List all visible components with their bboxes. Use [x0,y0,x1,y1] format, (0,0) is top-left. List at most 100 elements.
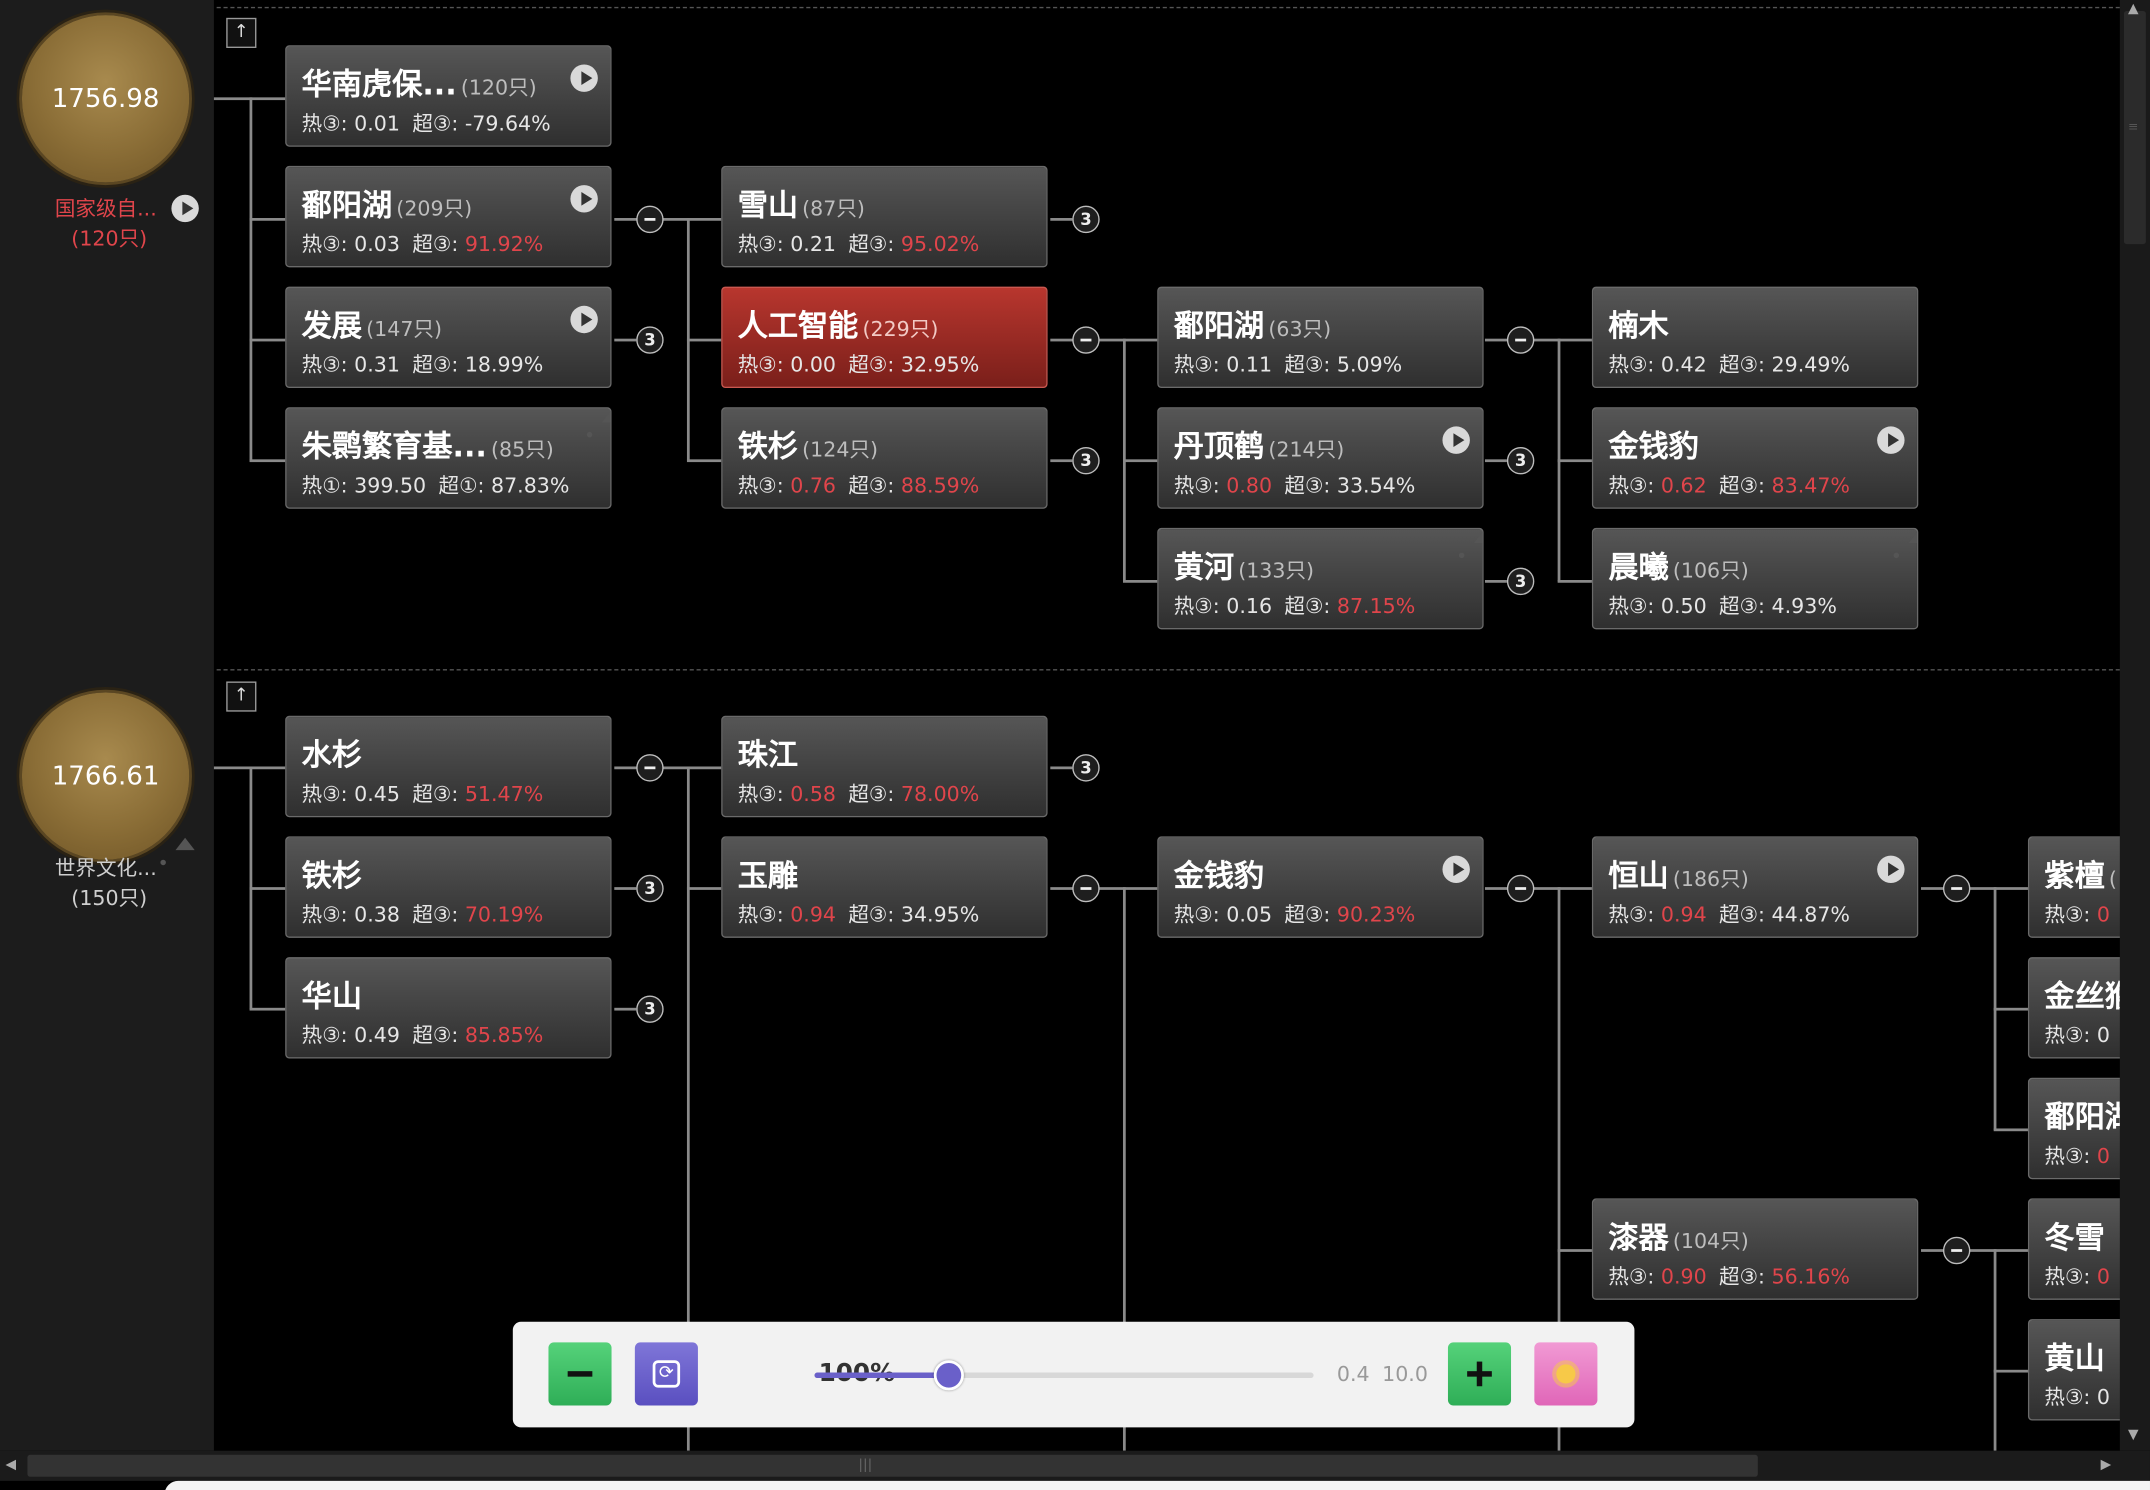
tree-node[interactable]: 漆器 (104只) 热③: 0.90 超③: 56.16% [1591,1198,1919,1300]
zoom-out-button[interactable] [548,1342,612,1406]
connector-line [1557,1249,1592,1252]
child-count-badge[interactable]: 3 [1506,567,1535,596]
play-icon[interactable] [1877,855,1905,884]
scroll-left-arrow-icon[interactable]: ◀ [5,1451,16,1481]
child-count-badge[interactable]: 3 [1072,205,1100,234]
tree-node[interactable]: 雪山 (87只) 热③: 0.21 超③: 95.02% [721,165,1048,268]
vertical-scrollbar[interactable]: ≡ ▲ ▼ [2119,0,2150,1451]
tree-node[interactable]: 铁杉 (124只) 热③: 0.76 超③: 88.59% [721,407,1048,509]
heat-value: 0 [2096,902,2111,927]
collapse-up-icon[interactable]: ↑ [226,17,257,48]
heat-label: 热③: [301,1022,348,1048]
node-name: 人工智能 [737,309,859,345]
child-count-badge[interactable]: 3 [1506,447,1535,475]
play-icon[interactable] [570,64,598,92]
node-title: 金钱豹 [1608,422,1703,466]
collapse-minus-icon[interactable] [1942,1236,1971,1265]
collapse-minus-icon[interactable] [636,754,664,782]
connector-line [686,459,722,463]
tree-node[interactable]: 华山 热③: 0.49 超③: 85.85% [285,957,612,1059]
tree-node[interactable]: 丹顶鹤 (214只) 热③: 0.80 超③: 33.54% [1157,407,1484,509]
tree-node[interactable]: 玉雕 热③: 0.94 超③: 34.95% [721,836,1048,938]
tree-node[interactable]: 鄱阳湖 (63只) 热③: 0.11 超③: 5.09% [1157,286,1484,389]
heat-value: 0.62 [1660,473,1707,498]
heat-label: 热③: [1173,352,1220,378]
tree-node[interactable]: 恒山 (186只) 热③: 0.94 超③: 44.87% [1591,836,1919,938]
tree-node[interactable]: 水杉 热③: 0.45 超③: 51.47% [285,715,612,818]
tree-node[interactable]: 朱鹮繁育基... (85只) 热①: 399.50 超①: 87.83% [285,407,612,509]
tree-node[interactable]: 黄河 (133只) 热③: 0.16 超③: 87.15% [1157,527,1484,630]
reset-button[interactable]: ⟳ [634,1342,698,1406]
excess-value: 95.02% [900,231,980,257]
tree-node[interactable]: 楠木 热③: 0.42 超③: 29.49% [1591,286,1919,389]
node-stats: 热③: 0.31 超③: 18.99% [302,350,544,379]
tree-node[interactable]: 珠江 热③: 0.58 超③: 78.00% [721,715,1048,818]
tree-node[interactable]: 发展 (147只) 热③: 0.31 超③: 18.99% [285,286,612,389]
heat-value: 0.11 [1226,352,1273,378]
zoom-slider-handle[interactable] [934,1360,965,1391]
collapse-up-icon[interactable]: ↑ [226,681,257,712]
horizontal-scrollbar[interactable]: ◀ ||| ▶ [0,1450,2150,1481]
child-count-badge[interactable]: 3 [636,874,664,903]
node-stats: 热③: 0.11 超③: 5.09% [1174,350,1403,379]
tree-node[interactable]: 晨曦 (106只) 热③: 0.50 超③: 4.93% [1591,527,1919,630]
play-icon[interactable] [1877,426,1905,454]
child-count-badge[interactable]: 3 [1072,447,1100,475]
excess-value: 29.49% [1771,352,1850,378]
excess-label: 超③: [1719,473,1765,498]
play-icon[interactable] [171,194,199,223]
collapse-minus-icon[interactable] [1506,326,1535,354]
heat-label: 热③: [1608,902,1655,927]
connector-line [249,1007,286,1011]
scroll-down-arrow-icon[interactable]: ▼ [2128,1421,2139,1451]
collapse-minus-icon[interactable] [1072,874,1100,903]
child-count-badge[interactable]: 3 [636,326,664,354]
connector-line [614,887,637,890]
excess-label: 超③: [848,902,895,927]
child-count-badge[interactable]: 3 [636,995,664,1023]
root-title: 世界文化... [54,855,157,881]
zoom-slider[interactable] [814,1360,1314,1391]
tree-node[interactable]: 铁杉 热③: 0.38 超③: 70.19% [285,836,612,938]
tree-node[interactable]: 金钱豹 热③: 0.62 超③: 83.47% [1591,407,1919,509]
connector-line [1050,887,1158,890]
heat-label: 热③: [2044,1264,2091,1289]
node-name: 华南虎保... [301,68,457,103]
excess-label: 超③: [848,231,895,257]
zoom-in-button[interactable] [1447,1342,1512,1406]
connector-line [1993,1249,1997,1451]
tree-node[interactable]: 人工智能 (229只) 热③: 0.00 超③: 32.95% [721,286,1048,389]
excess-label: 超③: [412,231,459,257]
tree-node[interactable]: 鄱阳湖 (209只) 热③: 0.03 超③: 91.92% [285,165,612,268]
scroll-up-arrow-icon[interactable]: ▲ [2128,0,2139,25]
zoom-toolbar: ⟳ 100% 0.4 10.0 [512,1321,1635,1428]
play-icon[interactable] [1442,855,1470,884]
connector-line [1484,338,1592,342]
node-title: 水杉 [302,731,366,775]
play-icon[interactable] [570,185,598,213]
scroll-right-arrow-icon[interactable]: ▶ [2101,1451,2112,1481]
connector-line [614,1007,637,1011]
child-count-badge[interactable]: 3 [1072,754,1100,782]
tree-node[interactable]: 华南虎保... (120只) 热③: 0.01 超③: -79.64% [285,45,612,147]
horizontal-scroll-thumb[interactable] [27,1454,1758,1477]
collapse-minus-icon[interactable] [1942,874,1971,903]
node-name: 玉雕 [737,859,799,895]
node-name: 鄱阳湖 [1173,309,1265,345]
excess-value: 87.15% [1336,593,1416,619]
theme-button[interactable] [1534,1342,1598,1406]
connector-line [1484,459,1507,463]
node-title: 漆器 (104只) [1608,1213,1748,1257]
collapse-minus-icon[interactable] [1506,874,1535,903]
collapse-minus-icon[interactable] [636,205,664,234]
collapse-minus-icon[interactable] [1072,326,1100,354]
play-icon[interactable] [1442,426,1470,454]
node-title: 发展 (147只) [302,302,442,346]
node-stats: 热③: 0.50 超③: 4.93% [1608,591,1837,620]
excess-value: 18.99% [464,352,544,378]
excess-label: 超③: [412,111,459,136]
connector-line [1050,338,1158,342]
tree-node[interactable]: 金钱豹 热③: 0.05 超③: 90.23% [1157,836,1484,938]
play-icon[interactable] [570,305,598,334]
node-stats: 热③: 0.01 超③: -79.64% [302,108,551,137]
